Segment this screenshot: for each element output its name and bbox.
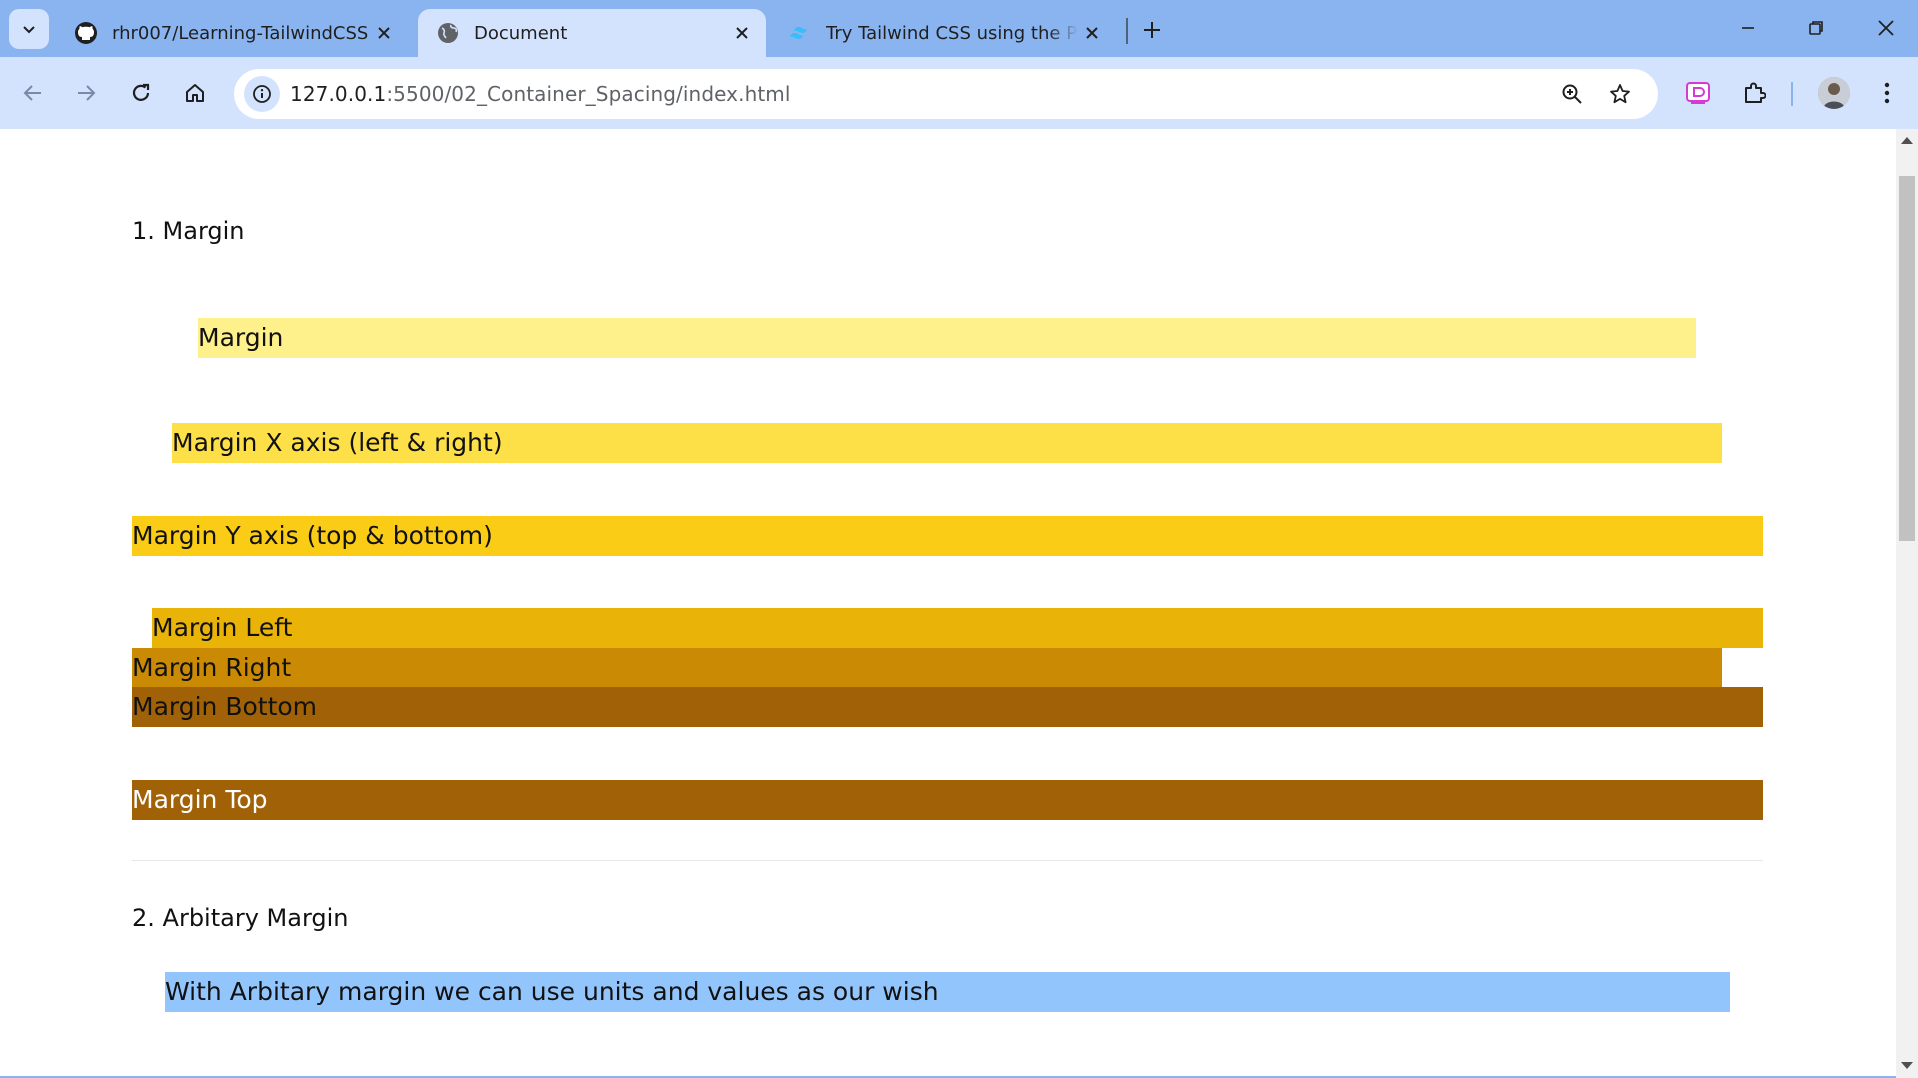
url-host: 127.0.0.1 [290, 82, 387, 106]
margin-bar: Margin [198, 318, 1696, 358]
info-icon [253, 85, 271, 103]
arbitrary-margin-bar: With Arbitary margin we can use units an… [165, 972, 1730, 1012]
address-bar[interactable]: 127.0.0.1:5500/02_Container_Spacing/inde… [234, 69, 1658, 119]
tailwind-icon [788, 21, 812, 45]
arrow-right-icon [78, 85, 96, 101]
margin-x-bar: Margin X axis (left & right) [172, 423, 1722, 463]
section-divider [132, 860, 1763, 861]
tab-title: Document [474, 22, 568, 44]
zoom-in-icon [1562, 84, 1582, 104]
tab-title: rhr007/Learning-TailwindCSS [112, 22, 369, 44]
zoom-button[interactable] [1556, 78, 1588, 110]
chevron-down-icon [23, 26, 35, 34]
tab-strip: rhr007/Learning-TailwindCSS Document Try… [0, 0, 1918, 57]
tab-search-button[interactable] [9, 9, 49, 49]
scroll-thumb[interactable] [1899, 176, 1915, 541]
close-window-button[interactable] [1856, 8, 1916, 48]
minimize-button[interactable] [1718, 8, 1778, 48]
extensions-menu-button[interactable] [1733, 72, 1775, 114]
puzzle-icon [1745, 82, 1766, 103]
page-viewport: 1. Margin Margin Margin X axis (left & r… [0, 129, 1918, 1078]
margin-y-bar: Margin Y axis (top & bottom) [132, 516, 1763, 556]
tab-separator [1126, 18, 1128, 44]
close-icon[interactable] [1078, 19, 1106, 47]
scroll-down-arrow[interactable] [1901, 1062, 1913, 1069]
browser-menu-button[interactable] [1866, 72, 1908, 114]
close-icon[interactable] [370, 19, 398, 47]
reload-icon [132, 83, 150, 101]
home-icon [186, 84, 204, 102]
avatar-icon [1818, 77, 1850, 109]
star-icon [1610, 84, 1630, 104]
margin-right-bar: Margin Right [132, 648, 1722, 688]
margin-left-bar: Margin Left [152, 608, 1763, 648]
browser-toolbar: 127.0.0.1:5500/02_Container_Spacing/inde… [0, 57, 1918, 129]
github-icon [74, 21, 98, 45]
plus-icon [1144, 22, 1160, 38]
tab-document[interactable]: Document [418, 9, 766, 57]
tab-title: Try Tailwind CSS using the Play CDN [826, 22, 1078, 44]
profile-avatar[interactable] [1818, 77, 1850, 109]
margin-top-bar: Margin Top [132, 780, 1763, 820]
site-info-button[interactable] [244, 76, 280, 112]
more-vertical-icon [1884, 82, 1890, 104]
toolbar-divider [1791, 82, 1793, 106]
globe-icon [436, 21, 460, 45]
extension-button[interactable] [1677, 72, 1719, 114]
tab-github[interactable]: rhr007/Learning-TailwindCSS [56, 9, 408, 57]
screen-recorder-icon [1686, 82, 1710, 104]
forward-button[interactable] [65, 72, 107, 114]
scroll-up-arrow[interactable] [1901, 137, 1913, 144]
new-tab-button[interactable] [1136, 14, 1168, 46]
bookmark-button[interactable] [1604, 78, 1636, 110]
url-path: :5500/02_Container_Spacing/index.html [386, 82, 791, 106]
back-button[interactable] [12, 72, 54, 114]
section-heading-arbitrary-margin: 2. Arbitary Margin [132, 904, 349, 932]
section-heading-margin: 1. Margin [132, 217, 245, 245]
arrow-left-icon [23, 85, 41, 101]
close-icon[interactable] [728, 19, 756, 47]
restore-button[interactable] [1786, 8, 1846, 48]
minimize-icon [1742, 27, 1754, 29]
restore-icon [1809, 21, 1823, 35]
tab-tailwind-play[interactable]: Try Tailwind CSS using the Play CDN [770, 9, 1116, 57]
margin-bottom-bar: Margin Bottom [132, 687, 1763, 727]
vertical-scrollbar[interactable] [1896, 129, 1918, 1078]
url-text[interactable]: 127.0.0.1:5500/02_Container_Spacing/inde… [290, 82, 791, 106]
home-button[interactable] [174, 72, 216, 114]
reload-button[interactable] [120, 72, 162, 114]
browser-window: rhr007/Learning-TailwindCSS Document Try… [0, 0, 1918, 1078]
close-icon [1878, 20, 1894, 36]
